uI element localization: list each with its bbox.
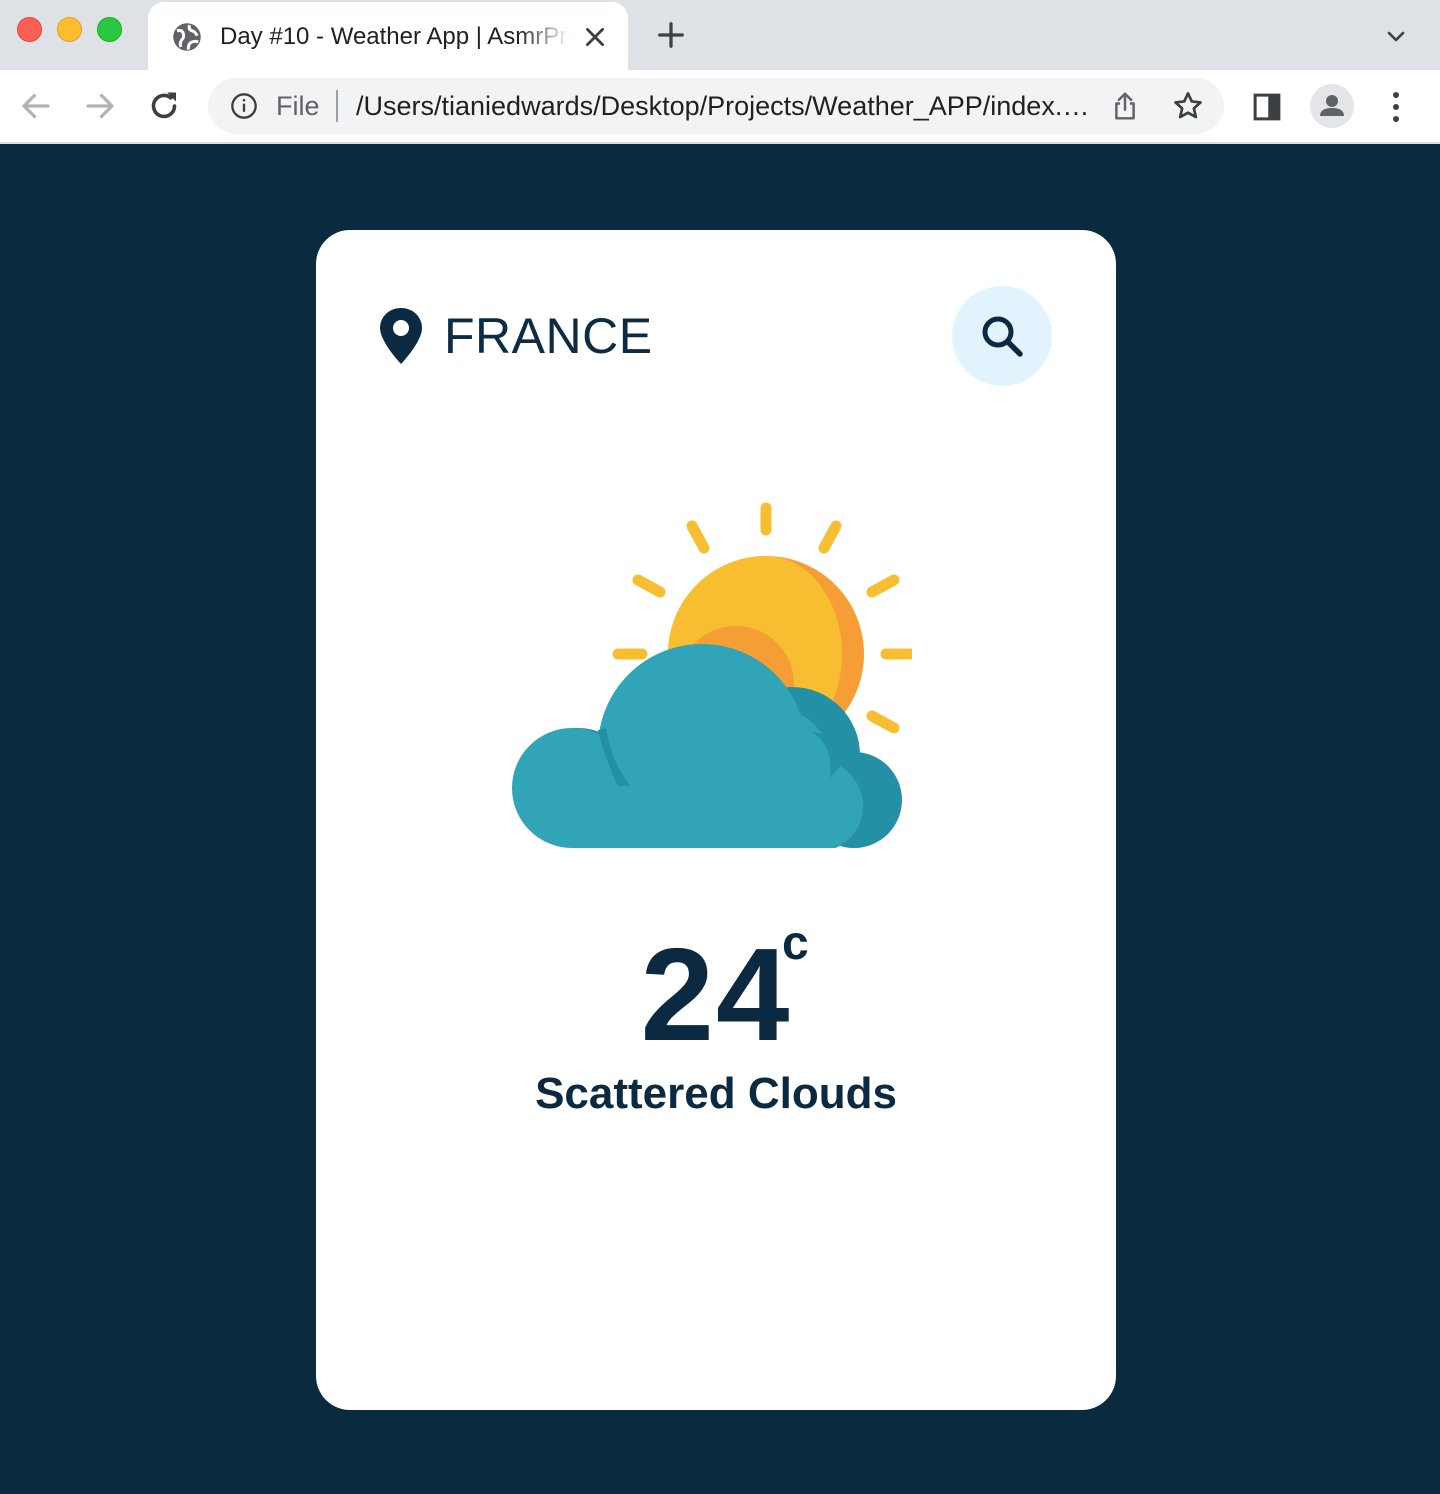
close-icon[interactable]: [582, 24, 608, 50]
weather-description: Scattered Clouds: [535, 1069, 897, 1118]
kebab-menu-icon[interactable]: [1386, 90, 1406, 124]
plus-icon[interactable]: [656, 20, 686, 50]
browser-toolbar: File /Users/tianiedwards/Desktop/Project…: [0, 70, 1440, 144]
search-icon: [982, 316, 1023, 357]
location-name: FRANCE: [444, 308, 653, 364]
arrow-left-icon[interactable]: [18, 88, 54, 124]
browser-tab-bar: Day #10 - Weather App | AsmrProg: [0, 0, 1440, 70]
temperature: 24 c: [316, 917, 1116, 1070]
page-background: FRANCE 24 c Scattered Clouds: [0, 144, 1440, 1494]
address-separator: [336, 90, 338, 122]
address-url[interactable]: /Users/tianiedwards/Desktop/Projects/Wea…: [356, 90, 1096, 122]
address-bar[interactable]: File /Users/tianiedwards/Desktop/Project…: [208, 78, 1224, 134]
temperature-value: 24: [640, 921, 792, 1068]
location-pin-icon: [380, 308, 422, 364]
tab-title: Day #10 - Weather App | AsmrProg: [220, 23, 570, 50]
reload-icon[interactable]: [146, 88, 182, 124]
share-icon[interactable]: [1110, 90, 1140, 122]
star-icon[interactable]: [1172, 90, 1204, 122]
globe-icon: [173, 23, 201, 51]
profile-button[interactable]: [1310, 84, 1354, 128]
info-icon[interactable]: [230, 92, 258, 120]
weather-card: FRANCE 24 c Scattered Clouds: [316, 230, 1116, 1410]
temperature-unit: c: [782, 917, 809, 970]
window-close-button[interactable]: [17, 17, 42, 42]
side-panel-icon[interactable]: [1252, 92, 1282, 122]
window-zoom-button[interactable]: [97, 17, 122, 42]
browser-tab-active[interactable]: Day #10 - Weather App | AsmrProg: [148, 2, 628, 70]
chevron-down-icon[interactable]: [1382, 24, 1410, 48]
arrow-right-icon[interactable]: [82, 88, 118, 124]
sun-behind-cloud-icon: [512, 502, 912, 850]
search-button[interactable]: [952, 286, 1052, 386]
person-icon: [1320, 95, 1344, 116]
address-scheme: File: [276, 91, 320, 121]
window-minimize-button[interactable]: [57, 17, 82, 42]
